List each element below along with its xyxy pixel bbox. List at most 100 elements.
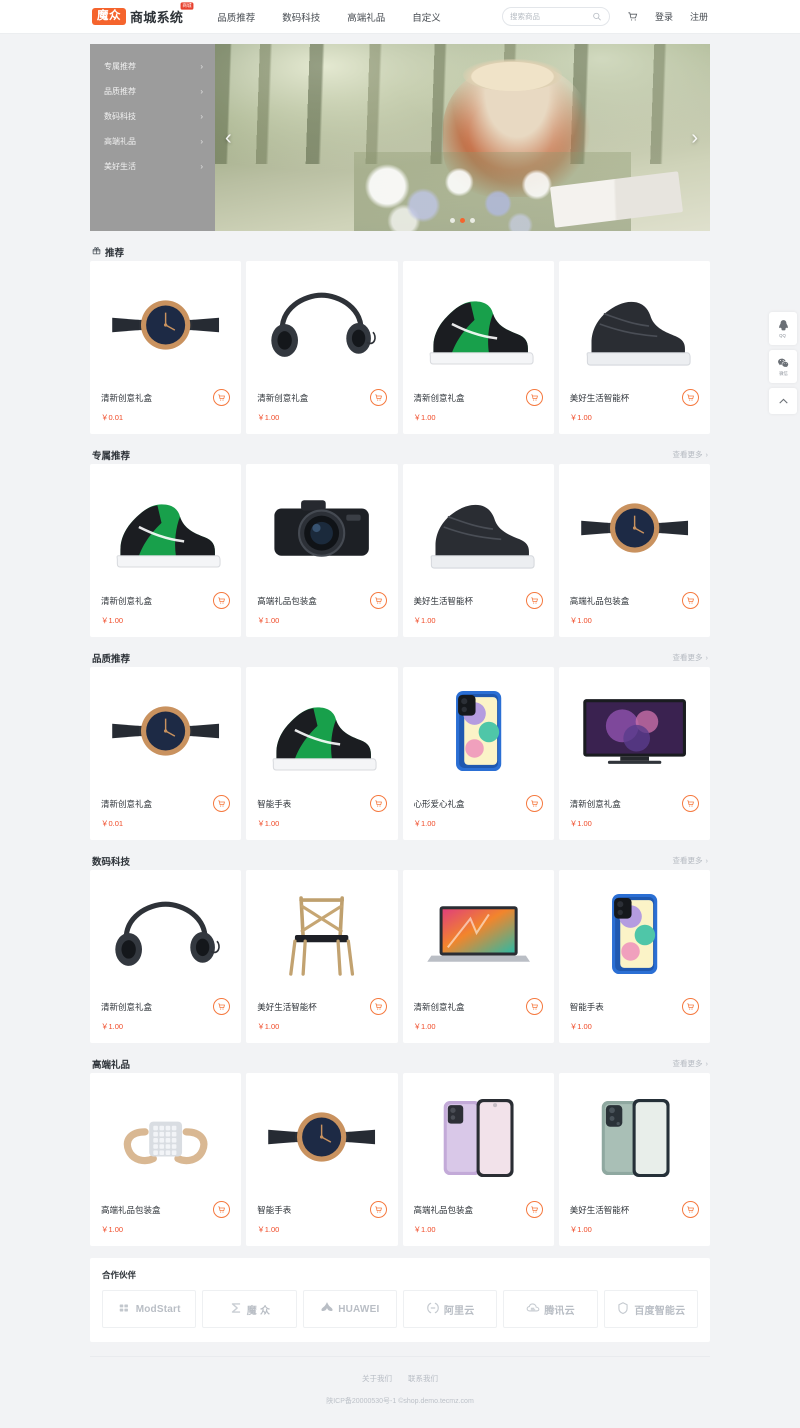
footer-link-contact[interactable]: 联系我们 [408,1373,438,1384]
product-card[interactable]: 高端礼品包装盒 ￥1.00 [90,1073,242,1246]
add-to-cart-button[interactable] [682,998,699,1015]
product-image [246,667,397,795]
section-more-link[interactable]: 查看更多 › [673,652,709,663]
banner-menu-item-0[interactable]: 专属推荐 › [90,54,215,79]
partner-item[interactable]: ModStart [102,1290,197,1328]
add-to-cart-button[interactable] [682,592,699,609]
add-to-cart-button[interactable] [369,1201,387,1218]
nav-item-3[interactable]: 自定义 [412,10,441,24]
product-section-1: 专属推荐 查看更多 › 清新创意礼盒 ￥1.00 高端礼品包装盒 ￥1.00 美… [90,445,710,637]
section-more-label: 查看更多 [672,450,703,459]
product-name-row: 清新创意礼盒 [101,389,231,406]
nav-item-2[interactable]: 高端礼品 [347,10,385,24]
add-to-cart-button[interactable] [369,998,387,1015]
product-card[interactable]: 美好生活智能杯 ￥1.00 [558,1073,710,1246]
banner-menu-item-1[interactable]: 品质推荐 › [90,79,215,104]
section-more-link[interactable]: 查看更多 › [673,449,709,460]
product-card[interactable]: 美好生活智能杯 ￥1.00 [246,870,398,1043]
product-card[interactable]: 清新创意礼盒 ￥0.01 [90,261,242,434]
partner-item[interactable]: HUAWEI [302,1290,397,1328]
product-card[interactable]: 清新创意礼盒 ￥1.00 [558,667,710,840]
product-card[interactable]: 清新创意礼盒 ￥1.00 [402,870,554,1043]
tencent-cloud-icon [526,1301,540,1318]
product-name-row: 清新创意礼盒 [101,998,231,1015]
nav-item-0[interactable]: 品质推荐 [217,10,255,24]
banner-prev-arrow[interactable]: ‹ [225,128,232,148]
product-name-row: 高端礼品包装盒 [257,592,387,609]
add-to-cart-button[interactable] [213,998,231,1015]
product-card[interactable]: 高端礼品包装盒 ￥1.00 [246,464,398,637]
banner-dot-0[interactable] [450,218,455,223]
section-more-link[interactable]: 查看更多 › [673,855,709,866]
banner-menu-item-2[interactable]: 数码科技 › [90,104,215,129]
add-to-cart-button[interactable] [525,389,543,406]
section-header: 数码科技 查看更多 › [90,851,710,870]
partner-item[interactable]: 阿里云 [403,1290,498,1328]
partner-item[interactable]: 百度智能云 [603,1290,698,1328]
add-to-cart-button[interactable] [525,592,543,609]
banner-dot-2[interactable] [470,218,475,223]
chevron-right-icon: › [200,87,203,96]
product-card[interactable]: 智能手表 ￥1.00 [246,667,398,840]
add-to-cart-button[interactable] [213,795,231,812]
brand-name: 商城系统 [130,10,184,25]
add-to-cart-button[interactable] [525,1201,543,1218]
login-link[interactable]: 登录 [655,10,673,23]
partner-item[interactable]: 腾讯云 [503,1290,598,1328]
product-name-row: 高端礼品包装盒 [570,592,699,609]
product-price: ￥1.00 [569,1225,592,1234]
header-actions: 登录 注册 [501,7,708,26]
product-card[interactable]: 清新创意礼盒 ￥0.01 [90,667,242,840]
section-more-link[interactable]: 查看更多 › [673,1058,709,1069]
product-card[interactable]: 清新创意礼盒 ￥1.00 [90,464,242,637]
footer-link-about[interactable]: 关于我们 [362,1373,392,1384]
add-to-cart-button[interactable] [682,795,699,812]
nav-item-1[interactable]: 数码科技 [282,10,320,24]
banner-slide[interactable]: ‹ › [215,44,710,231]
add-to-cart-button[interactable] [213,389,231,406]
chevron-right-icon: › [200,62,203,71]
add-to-cart-button[interactable] [682,1201,699,1218]
search-icon [593,12,602,21]
product-card[interactable]: 美好生活智能杯 ￥1.00 [558,261,710,434]
banner-menu-label-3: 高端礼品 [104,137,136,146]
banner-dot-1[interactable] [460,218,465,223]
brand-logo[interactable]: 魔众 商城系统 商城 [92,2,194,26]
partner-name: ModStart [135,1303,181,1315]
product-card[interactable]: 高端礼品包装盒 ￥1.00 [558,464,710,637]
add-to-cart-button[interactable] [369,592,387,609]
banner-menu-item-3[interactable]: 高端礼品 › [90,129,215,154]
cart-icon[interactable] [627,11,638,22]
product-image [403,870,554,998]
back-to-top-button[interactable] [769,388,797,414]
product-card[interactable]: 高端礼品包装盒 ￥1.00 [402,1073,554,1246]
add-to-cart-button[interactable] [369,389,387,406]
product-card[interactable]: 清新创意礼盒 ￥1.00 [402,261,554,434]
register-link[interactable]: 注册 [690,10,708,23]
add-to-cart-button[interactable] [525,795,543,812]
search-input[interactable] [509,12,593,21]
qq-contact-button[interactable]: QQ [769,312,797,345]
product-info: 智能手表 ￥1.00 [246,795,397,840]
product-card[interactable]: 智能手表 ￥1.00 [246,1073,398,1246]
product-card[interactable]: 心形爱心礼盒 ￥1.00 [402,667,554,840]
add-to-cart-button[interactable] [213,1201,231,1218]
product-card[interactable]: 清新创意礼盒 ￥1.00 [90,870,242,1043]
floating-toolbar: QQ 微信 [769,312,797,414]
add-to-cart-button[interactable] [525,998,543,1015]
add-to-cart-button[interactable] [369,795,387,812]
search-box[interactable] [501,7,610,26]
product-card[interactable]: 美好生活智能杯 ￥1.00 [402,464,554,637]
banner-next-arrow[interactable]: › [691,128,698,148]
product-name: 美好生活智能杯 [569,392,630,403]
add-to-cart-button[interactable] [682,389,699,406]
banner-menu-item-4[interactable]: 美好生活 › [90,154,215,179]
product-card[interactable]: 智能手表 ￥1.00 [558,870,710,1043]
partner-item[interactable]: 魔 众 [202,1290,297,1328]
product-card[interactable]: 清新创意礼盒 ￥1.00 [246,261,398,434]
product-info: 清新创意礼盒 ￥1.00 [403,998,554,1043]
aliyun-icon [426,1301,440,1318]
wechat-contact-button[interactable]: 微信 [769,350,797,383]
add-to-cart-button[interactable] [213,592,231,609]
product-grid: 清新创意礼盒 ￥0.01 清新创意礼盒 ￥1.00 清新创意礼盒 ￥1.00 美… [90,261,710,434]
